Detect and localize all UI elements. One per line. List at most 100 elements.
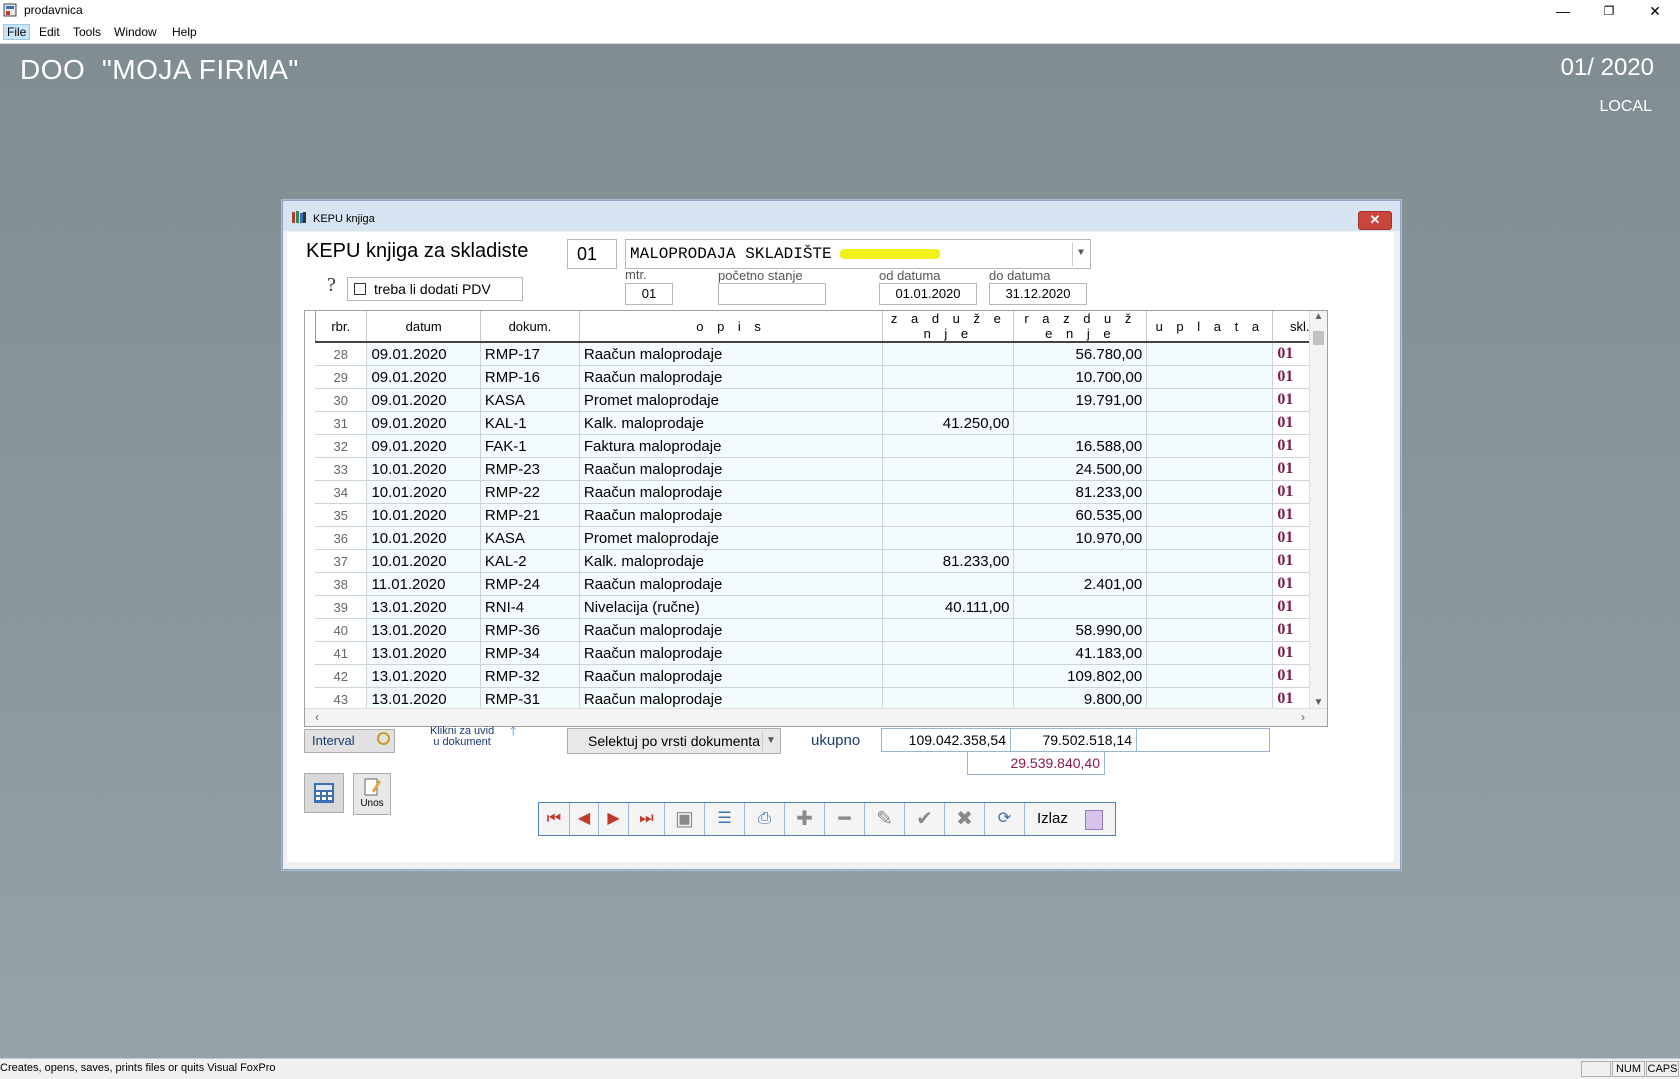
cell-dokum[interactable]: KAL-2 [480,549,580,573]
cell-opis[interactable]: Promet maloprodaje [579,526,884,550]
cell-opis[interactable]: Raačun maloprodaje [579,641,884,665]
cell-zaduzenje[interactable] [882,503,1015,527]
cell-uplata[interactable] [1146,365,1274,389]
col-dokum[interactable]: dokum. [480,311,580,343]
cell-uplata[interactable] [1146,342,1274,366]
menu-tools[interactable]: Tools [70,25,104,39]
restore-button[interactable]: ❐ [1586,1,1632,21]
cell-dokum[interactable]: RMP-23 [480,457,580,481]
cell-zaduzenje[interactable]: 41.250,00 [882,411,1015,435]
cell-razduzenje[interactable]: 10.970,00 [1013,526,1148,550]
cell-datum[interactable]: 10.01.2020 [366,549,481,573]
cell-uplata[interactable] [1146,526,1274,550]
table-row[interactable]: 37 10.01.2020 KAL-2 Kalk. maloprodaje 81.233… [315,549,1327,573]
col-zaduzenje[interactable]: z a d u ž e n j e [882,311,1015,343]
cell-razduzenje[interactable]: 81.233,00 [1013,480,1148,504]
table-row[interactable]: 35 10.01.2020 RMP-21 Raačun maloprodaje 60.5… [315,503,1327,527]
pocetno-stanje-field[interactable] [718,283,826,305]
cell-razduzenje[interactable]: 10.700,00 [1013,365,1148,389]
menu-edit[interactable]: Edit [36,25,63,39]
cell-opis[interactable]: Promet maloprodaje [579,388,884,412]
table-row[interactable]: 33 10.01.2020 RMP-23 Raačun maloprodaje 24.5… [315,457,1327,481]
cell-rbr[interactable]: 41 [315,641,368,665]
cancel-button[interactable]: ✖ [945,803,985,835]
chevron-down-icon[interactable]: ▼ [1072,242,1089,266]
cell-datum[interactable]: 09.01.2020 [366,411,481,435]
table-row[interactable]: 36 10.01.2020 KASA Promet maloprodaje 10.970… [315,526,1327,550]
minimize-button[interactable]: — [1540,1,1586,21]
cell-uplata[interactable] [1146,503,1274,527]
cell-zaduzenje[interactable] [882,641,1015,665]
table-row[interactable]: 34 10.01.2020 RMP-22 Raačun maloprodaje 81.2… [315,480,1327,504]
warehouse-code-field[interactable]: 01 [567,239,617,269]
cell-opis[interactable]: Kalk. maloprodaje [579,411,884,435]
cell-datum[interactable]: 09.01.2020 [366,342,481,366]
chevron-down-icon[interactable]: ▼ [762,731,779,751]
col-datum[interactable]: datum [366,311,481,343]
cell-opis[interactable]: Kalk. maloprodaje [579,549,884,573]
cell-datum[interactable]: 10.01.2020 [366,480,481,504]
cell-razduzenje[interactable] [1013,595,1148,619]
scroll-down-icon[interactable]: ▼ [1310,697,1327,708]
cell-rbr[interactable]: 42 [315,664,368,688]
calculator-button[interactable] [304,773,344,813]
cell-zaduzenje[interactable]: 40.111,00 [882,595,1015,619]
confirm-button[interactable]: ✔ [905,803,945,835]
cell-datum[interactable]: 10.01.2020 [366,526,481,550]
cell-rbr[interactable]: 31 [315,411,368,435]
cell-razduzenje[interactable]: 109.802,00 [1013,664,1148,688]
cell-rbr[interactable]: 38 [315,572,368,596]
checkbox-icon[interactable] [354,283,366,295]
cell-razduzenje[interactable]: 16.588,00 [1013,434,1148,458]
cell-uplata[interactable] [1146,434,1274,458]
cell-datum[interactable]: 13.01.2020 [366,618,481,642]
col-razduzenje[interactable]: r a z d u ž e n j e [1013,311,1148,343]
cell-rbr[interactable]: 40 [315,618,368,642]
table-row[interactable]: 42 13.01.2020 RMP-32 Raačun maloprodaje 109.… [315,664,1327,688]
cell-rbr[interactable]: 37 [315,549,368,573]
table-row[interactable]: 28 09.01.2020 RMP-17 Raačun maloprodaje 56.7… [315,342,1327,366]
cell-opis[interactable]: Raačun maloprodaje [579,664,884,688]
cell-rbr[interactable]: 34 [315,480,368,504]
scroll-thumb[interactable] [1313,331,1324,345]
cell-opis[interactable]: Raačun maloprodaje [579,480,884,504]
mtr-field[interactable]: 01 [625,283,673,305]
menu-file[interactable]: File [2,24,31,40]
vertical-scrollbar[interactable]: ▲ ▼ [1309,311,1327,708]
cell-zaduzenje[interactable] [882,365,1015,389]
last-record-button[interactable]: ⏭ [629,803,665,835]
table-row[interactable]: 40 13.01.2020 RMP-36 Raačun maloprodaje 58.9… [315,618,1327,642]
cell-datum[interactable]: 10.01.2020 [366,457,481,481]
col-opis[interactable]: o p i s [579,311,884,343]
cell-datum[interactable]: 10.01.2020 [366,503,481,527]
cell-rbr[interactable]: 29 [315,365,368,389]
cell-opis[interactable]: Raačun maloprodaje [579,365,884,389]
cell-razduzenje[interactable]: 19.791,00 [1013,388,1148,412]
menu-window[interactable]: Window [111,25,160,39]
table-row[interactable]: 31 09.01.2020 KAL-1 Kalk. maloprodaje 41.250… [315,411,1327,435]
cell-uplata[interactable] [1146,664,1274,688]
cell-datum[interactable]: 13.01.2020 [366,641,481,665]
cell-datum[interactable]: 13.01.2020 [366,664,481,688]
cell-dokum[interactable]: RMP-36 [480,618,580,642]
cell-dokum[interactable]: KASA [480,388,580,412]
cell-dokum[interactable]: RMP-16 [480,365,580,389]
cell-uplata[interactable] [1146,480,1274,504]
cell-opis[interactable]: Raačun maloprodaje [579,457,884,481]
cell-razduzenje[interactable]: 2.401,00 [1013,572,1148,596]
table-row[interactable]: 30 09.01.2020 KASA Promet maloprodaje 19.791… [315,388,1327,412]
dialog-close-button[interactable]: ✕ [1358,211,1392,230]
cell-uplata[interactable] [1146,641,1274,665]
do-datuma-field[interactable]: 31.12.2020 [989,283,1087,305]
cell-razduzenje[interactable] [1013,411,1148,435]
cell-uplata[interactable] [1146,549,1274,573]
cell-zaduzenje[interactable] [882,457,1015,481]
cell-uplata[interactable] [1146,595,1274,619]
cell-zaduzenje[interactable] [882,388,1015,412]
warehouse-select[interactable]: MALOPRODAJA SKLADIŠTE ▼ [625,239,1091,269]
horizontal-scrollbar[interactable]: ‹ › [305,708,1327,726]
cell-datum[interactable]: 09.01.2020 [366,434,481,458]
cell-zaduzenje[interactable] [882,572,1015,596]
remove-button[interactable]: ━ [825,803,865,835]
scroll-right-icon[interactable]: › [1301,710,1305,724]
